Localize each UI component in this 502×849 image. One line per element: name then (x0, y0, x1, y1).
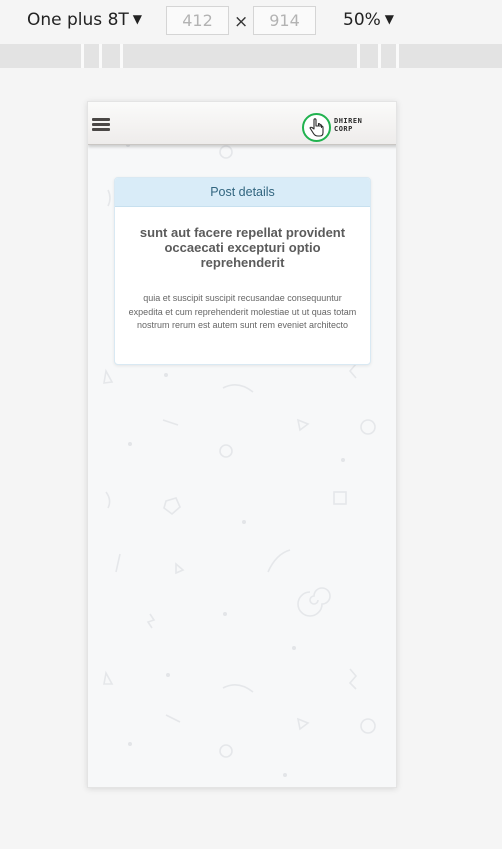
company-logo[interactable]: DHIREN CORP (302, 113, 372, 143)
caret-down-icon: ▼ (384, 12, 395, 26)
media-query-marker[interactable] (357, 44, 360, 68)
app-header: DHIREN CORP (88, 102, 396, 145)
media-query-marker[interactable] (396, 44, 399, 68)
hamburger-menu-icon[interactable] (92, 118, 110, 134)
logo-ring (302, 113, 331, 142)
device-viewport: DHIREN CORP Post details sunt aut facere… (87, 101, 397, 788)
device-toolbar: One plus 8T ▼ 412 × 914 50% ▼ (0, 0, 502, 42)
media-query-marker[interactable] (378, 44, 381, 68)
caret-down-icon: ▼ (132, 12, 143, 26)
logo-text: DHIREN CORP (334, 117, 362, 133)
device-select-label: One plus 8T (27, 10, 129, 30)
card-header: Post details (115, 178, 370, 207)
height-input[interactable]: 914 (253, 6, 316, 35)
pointing-hand-icon (309, 118, 324, 137)
zoom-select-label: 50% (343, 10, 381, 30)
media-query-marker[interactable] (99, 44, 102, 68)
post-title: sunt aut facere repellat provident occae… (139, 225, 346, 270)
post-body: quia et suscipit suscipit recusandae con… (128, 293, 357, 330)
times-icon: × (234, 12, 249, 32)
logo-line-1: DHIREN (334, 117, 363, 125)
zoom-select[interactable]: 50% ▼ (343, 10, 394, 30)
post-details-card: Post details sunt aut facere repellat pr… (114, 177, 371, 365)
width-input[interactable]: 412 (166, 6, 229, 35)
media-query-marker[interactable] (120, 44, 123, 68)
media-query-marker[interactable] (81, 44, 84, 68)
media-query-bar[interactable] (0, 44, 502, 68)
device-select[interactable]: One plus 8T ▼ (27, 10, 142, 30)
logo-line-2: CORP (334, 125, 353, 133)
